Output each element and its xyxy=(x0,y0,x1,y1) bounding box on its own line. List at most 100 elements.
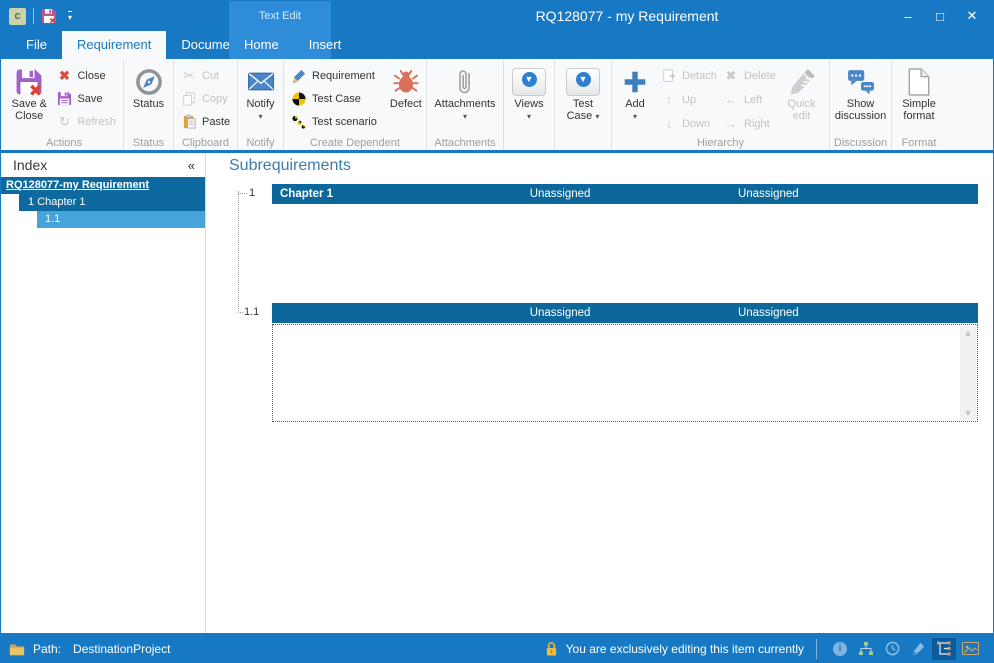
group-label-format: Format xyxy=(892,137,946,149)
create-requirement-button[interactable]: Requirement xyxy=(286,64,382,87)
quick-edit-button[interactable]: Quick edit xyxy=(776,62,827,122)
status-bar: Path: DestinationProject You are exclusi… xyxy=(1,633,993,663)
history-icon[interactable] xyxy=(880,638,904,660)
ribbon: Save & Close ✖ Close xyxy=(1,59,993,153)
detach-icon xyxy=(661,68,677,84)
sign-off-icon[interactable] xyxy=(906,638,930,660)
relations-icon[interactable] xyxy=(854,638,878,660)
move-right-button[interactable]: → Right xyxy=(718,112,776,135)
section-heading: Subrequirements xyxy=(229,157,351,175)
lock-icon xyxy=(544,641,560,657)
subrequirement-header-row[interactable]: Chapter 1 Unassigned Unassigned xyxy=(272,184,978,204)
subrequirement-number: 1 xyxy=(249,187,255,199)
qat-divider xyxy=(33,8,34,24)
tab-file[interactable]: File xyxy=(11,31,62,59)
vertical-scrollbar[interactable]: ▲ ▼ xyxy=(960,326,976,420)
tab-home[interactable]: Home xyxy=(229,31,294,59)
subrequirement-title: Chapter 1 xyxy=(280,184,333,204)
group-label-clipboard: Clipboard xyxy=(174,137,237,149)
down-arrow-icon: ↓ xyxy=(661,116,677,132)
move-down-button[interactable]: ↓ Down xyxy=(656,112,718,135)
show-discussion-button[interactable]: Show discussion xyxy=(832,62,889,122)
right-arrow-icon: → xyxy=(723,116,739,132)
assignee-cell: Unassigned xyxy=(530,184,591,204)
close-button[interactable]: ✖ Close xyxy=(51,64,121,87)
paperclip-icon xyxy=(457,65,473,98)
tab-insert[interactable]: Insert xyxy=(294,31,357,59)
subrequirement-header-row[interactable]: Unassigned Unassigned xyxy=(272,303,978,323)
detach-button[interactable]: Detach xyxy=(656,64,718,87)
create-test-scenario-button[interactable]: Test scenario xyxy=(286,110,382,133)
tree-item-chapter[interactable]: 1 Chapter 1 xyxy=(19,194,205,211)
tree-connector-line xyxy=(238,191,239,313)
delete-button[interactable]: ✖ Delete xyxy=(718,64,776,87)
dropdown-caret-icon: ▾ xyxy=(527,112,531,121)
maximize-button[interactable]: □ xyxy=(927,9,953,24)
info-icon[interactable]: i xyxy=(828,638,852,660)
dropdown-caret-icon: ▾ xyxy=(258,112,262,121)
create-defect-button[interactable]: Defect xyxy=(384,62,428,110)
paste-icon xyxy=(181,114,197,130)
copy-button[interactable]: Copy xyxy=(176,87,235,110)
ribbon-group-attachments: Attachments ▾ Attachments xyxy=(427,60,504,150)
save-button[interactable]: Save xyxy=(51,87,121,110)
move-up-button[interactable]: ↑ Up xyxy=(656,88,718,111)
copy-icon xyxy=(181,91,197,107)
attachments-button[interactable]: Attachments ▾ xyxy=(431,62,498,121)
ribbon-group-actions: Save & Close ✖ Close xyxy=(5,60,124,150)
tree-connector-elbow xyxy=(238,312,243,313)
collapse-panel-icon[interactable]: « xyxy=(188,158,195,173)
paste-button[interactable]: Paste xyxy=(176,110,235,133)
test-scenario-icon xyxy=(291,114,307,130)
up-arrow-icon: ↑ xyxy=(661,92,677,108)
ribbon-group-create-dependent: Requirement Test Case xyxy=(284,60,427,150)
refresh-button[interactable]: ↻ Refresh xyxy=(51,110,121,133)
notify-button[interactable]: Notify ▾ xyxy=(239,62,283,121)
scroll-up-icon[interactable]: ▲ xyxy=(960,328,976,338)
status-button[interactable]: Status xyxy=(127,62,171,110)
status-compass-icon xyxy=(135,65,163,98)
ribbon-group-format: Simple format Format xyxy=(892,60,946,150)
requirement-pencil-icon xyxy=(291,68,307,84)
dropdown-caret-icon: ▾ xyxy=(463,112,467,121)
group-label-actions: Actions xyxy=(5,137,123,149)
quick-access-toolbar: c ▾ xyxy=(1,8,72,25)
create-test-case-button[interactable]: Test Case xyxy=(286,87,382,110)
tree-item-selected[interactable]: 1.1 xyxy=(37,211,205,228)
close-window-button[interactable]: ✕ xyxy=(959,8,985,24)
hierarchy-view-icon[interactable] xyxy=(932,638,956,660)
document-icon xyxy=(908,65,930,98)
cut-icon: ✂ xyxy=(181,68,197,84)
move-left-button[interactable]: ← Left xyxy=(718,88,776,111)
tab-requirement[interactable]: Requirement xyxy=(62,31,166,59)
ribbon-group-hierarchy: Add ▾ Detach ✖ Delete xyxy=(612,60,830,150)
path-label: Path: xyxy=(33,642,61,656)
scroll-down-icon[interactable]: ▼ xyxy=(960,408,976,418)
preview-icon[interactable] xyxy=(958,638,982,660)
simple-format-button[interactable]: Simple format xyxy=(894,62,944,122)
minimize-button[interactable]: – xyxy=(895,9,921,24)
down-arrow-icon: ▼ xyxy=(576,72,591,87)
ribbon-group-status: Status Status xyxy=(124,60,174,150)
defect-bug-icon xyxy=(392,65,420,98)
window-controls: – □ ✕ xyxy=(895,1,985,31)
description-editor[interactable]: ▲ ▼ xyxy=(272,324,978,422)
discussion-bubbles-icon xyxy=(847,65,875,98)
cut-button[interactable]: ✂ Cut xyxy=(176,64,235,87)
qat-save-close-icon[interactable] xyxy=(41,8,57,24)
contextual-tab-group: Text Edit Home Insert xyxy=(229,1,331,59)
left-arrow-icon: ← xyxy=(723,92,739,108)
add-button[interactable]: Add ▾ xyxy=(614,62,656,121)
path-value: DestinationProject xyxy=(73,642,170,656)
test-case-views-button[interactable]: ▼ Test Case ▾ xyxy=(558,62,608,123)
group-label-create-dependent: Create Dependent xyxy=(284,137,426,149)
app-icon[interactable]: c xyxy=(9,8,26,25)
save-close-icon xyxy=(15,65,43,98)
save-and-close-button[interactable]: Save & Close xyxy=(7,62,51,122)
qat-customize-chevron-icon[interactable]: ▾ xyxy=(68,11,72,22)
refresh-icon: ↻ xyxy=(56,114,72,130)
ribbon-group-discussion: Show discussion Discussion xyxy=(830,60,892,150)
tree-item-root[interactable]: RQ128077-my Requirement xyxy=(1,177,205,194)
views-button[interactable]: ▼ Views ▾ xyxy=(507,62,551,121)
ribbon-group-clipboard: ✂ Cut Copy xyxy=(174,60,238,150)
